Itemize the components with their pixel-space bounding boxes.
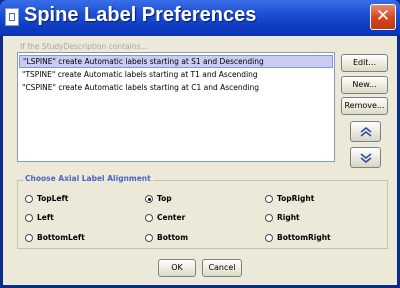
rule-list-item-tspine[interactable]: "TSPINE" create Automatic labels startin…	[19, 68, 333, 81]
radio-indicator	[265, 195, 273, 203]
radio-label: Bottom	[157, 233, 189, 242]
chevron-double-up-icon	[360, 127, 372, 137]
ok-button[interactable]: OK	[158, 259, 196, 277]
new-button[interactable]: New...	[341, 76, 388, 94]
radio-indicator	[145, 214, 153, 222]
cancel-button[interactable]: Cancel	[202, 259, 242, 277]
radio-indicator	[25, 234, 33, 242]
edit-button[interactable]: Edit...	[341, 54, 388, 72]
radio-indicator	[25, 214, 33, 222]
title-bar[interactable]: Spine Label Preferences ✕	[0, 0, 400, 36]
rule-list-item-cspine[interactable]: "CSPINE" create Automatic labels startin…	[19, 81, 333, 94]
radio-label: BottomLeft	[37, 233, 85, 242]
radio-indicator-selected	[145, 195, 153, 203]
remove-button[interactable]: Remove...	[341, 97, 388, 115]
radio-indicator	[25, 195, 33, 203]
radio-label: Left	[37, 213, 54, 222]
app-icon	[5, 8, 19, 26]
radio-label: TopRight	[277, 194, 315, 203]
rule-list-item-lspine[interactable]: "LSPINE" create Automatic labels startin…	[19, 55, 333, 68]
rules-list[interactable]: "LSPINE" create Automatic labels startin…	[17, 52, 335, 162]
radio-label: Top	[157, 194, 172, 203]
radio-label: TopLeft	[37, 194, 69, 203]
close-button[interactable]: ✕	[370, 4, 396, 30]
radio-indicator	[265, 234, 273, 242]
dialog-window: Spine Label Preferences ✕ If the StudyDe…	[0, 0, 400, 288]
radio-indicator	[145, 234, 153, 242]
window-title: Spine Label Preferences	[24, 4, 257, 26]
radio-label: BottomRight	[277, 233, 331, 242]
list-caption: If the StudyDescription contains...	[20, 42, 148, 51]
chevron-double-down-icon	[360, 153, 372, 163]
move-down-button[interactable]	[350, 147, 381, 168]
radio-indicator	[265, 214, 273, 222]
move-up-button[interactable]	[350, 121, 381, 142]
alignment-group-title: Choose Axial Label Alignment	[23, 174, 153, 183]
radio-label: Center	[157, 213, 186, 222]
radio-label: Right	[277, 213, 300, 222]
